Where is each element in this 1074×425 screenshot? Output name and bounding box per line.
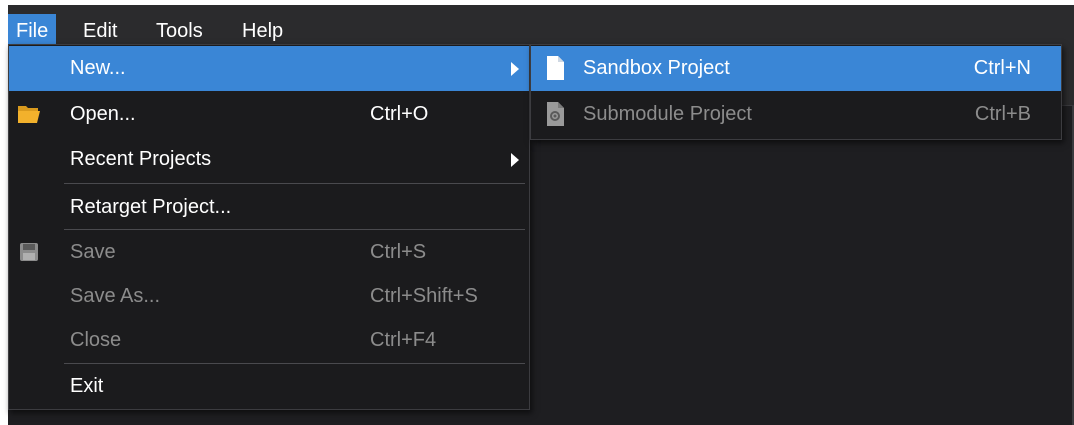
document-icon [547,56,564,80]
menu-item-retarget-project[interactable]: Retarget Project... [9,185,529,230]
file-menu: New... Open... Ctrl+O Recent Projects Re… [8,44,530,410]
submenu-arrow-icon [511,153,519,167]
menu-item-shortcut: Ctrl+S [370,241,427,263]
menu-item-open[interactable]: Open... Ctrl+O [9,92,529,137]
menu-item-save-as[interactable]: Save As... Ctrl+Shift+S [9,274,529,319]
menu-item-label: Save As... [70,285,161,307]
menu-item-save[interactable]: Save Ctrl+S [9,230,529,275]
menu-item-shortcut: Ctrl+F4 [370,329,437,351]
menu-item-recent-projects[interactable]: Recent Projects [9,137,529,182]
menu-item-label: Submodule Project [583,103,752,125]
save-icon [20,243,38,261]
menu-item-exit[interactable]: Exit [9,364,529,409]
submenu-arrow-icon [511,62,519,76]
menu-item-sandbox-project[interactable]: Sandbox Project Ctrl+N [531,46,1061,91]
menu-item-label: Close [70,329,122,351]
menu-item-new[interactable]: New... [9,46,529,91]
menu-file[interactable]: File [8,14,57,48]
menu-item-submodule-project[interactable]: Submodule Project Ctrl+B [531,92,1061,137]
menu-item-shortcut: Ctrl+Shift+S [370,285,478,307]
menu-item-shortcut: Ctrl+N [973,57,1031,79]
menu-item-shortcut: Ctrl+O [370,103,429,125]
menu-separator [64,183,525,184]
menu-tools[interactable]: Tools [148,14,211,48]
folder-open-icon [18,106,40,123]
menu-edit[interactable]: Edit [75,14,125,48]
menu-item-label: Recent Projects [70,148,212,170]
menu-item-label: Retarget Project... [70,196,232,218]
menu-item-label: New... [70,57,126,79]
menu-item-label: Open... [70,103,136,125]
new-submenu: Sandbox Project Ctrl+N Submodule Project… [530,44,1062,140]
menu-bar: File Edit Tools Help [8,5,1074,48]
menu-help[interactable]: Help [234,14,291,48]
menu-item-label: Exit [70,375,104,397]
module-document-icon [547,102,564,126]
menu-item-label: Save [70,241,116,263]
menu-item-shortcut: Ctrl+B [974,103,1031,125]
menu-item-close[interactable]: Close Ctrl+F4 [9,318,529,363]
menu-item-label: Sandbox Project [583,57,730,79]
